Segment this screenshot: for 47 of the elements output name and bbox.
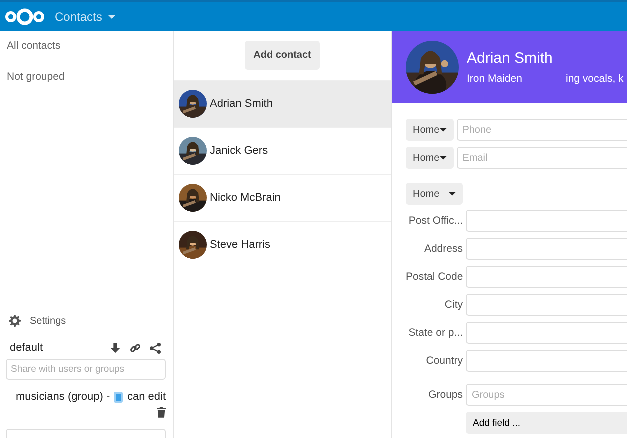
settings-label[interactable]: Settings [30,316,66,326]
input-field[interactable] [466,238,627,260]
caret-icon [108,14,116,18]
addressbook-name: default [10,342,44,354]
link-icon[interactable] [130,342,141,354]
field-label: Post Offic... [408,215,463,227]
input-field[interactable] [466,322,627,344]
delete-icon[interactable] [157,407,166,418]
logo-icon[interactable] [5,6,45,26]
title-field[interactable]: ing vocals, k [566,72,624,84]
download-icon[interactable] [110,342,121,354]
share-icon[interactable] [150,342,161,354]
field-label: City [444,299,463,311]
can-edit-checkbox[interactable] [114,392,124,402]
type-dropdown[interactable]: Home [406,183,463,205]
field-label: Postal Code [406,271,463,283]
add-field-dropdown[interactable]: Add field ... [466,412,627,434]
contact-name-field[interactable]: Adrian Smith [467,50,624,66]
field-label: Country [425,355,463,367]
field-label: Address [423,243,463,255]
share-name: musicians (group) - [16,391,110,403]
contact-item[interactable]: Nicko McBrain [174,174,391,221]
sidebar-item[interactable]: All contacts [0,31,173,62]
type-dropdown[interactable]: Home [406,119,454,141]
contact-item[interactable]: Janick Gers [174,127,391,174]
input-field[interactable] [466,210,627,232]
permission-label: can edit [127,391,166,403]
sidebar-item[interactable]: Not grouped [0,62,173,93]
caret-icon [440,128,447,132]
contact-item[interactable]: Adrian Smith [174,80,391,127]
type-dropdown[interactable]: Home [406,147,454,169]
organization-field[interactable]: Iron Maiden [467,72,566,84]
field-label: Groups [428,389,463,401]
input-field[interactable]: Phone [456,119,627,141]
add-contact-button[interactable]: Add contact [244,41,320,70]
input-field[interactable]: Email [456,147,627,169]
input-field[interactable] [6,429,166,438]
settings-icon[interactable] [9,315,21,327]
field-label: State or p... [408,327,463,339]
input-field[interactable] [466,266,627,288]
share-field[interactable]: Share with users or groups [6,359,166,380]
groups-field[interactable]: Groups [466,384,627,406]
input-field[interactable] [466,294,627,316]
caret-icon [440,156,447,160]
input-field[interactable] [466,350,627,372]
caret-icon [449,192,456,196]
contact-item[interactable]: Steve Harris [174,221,391,268]
